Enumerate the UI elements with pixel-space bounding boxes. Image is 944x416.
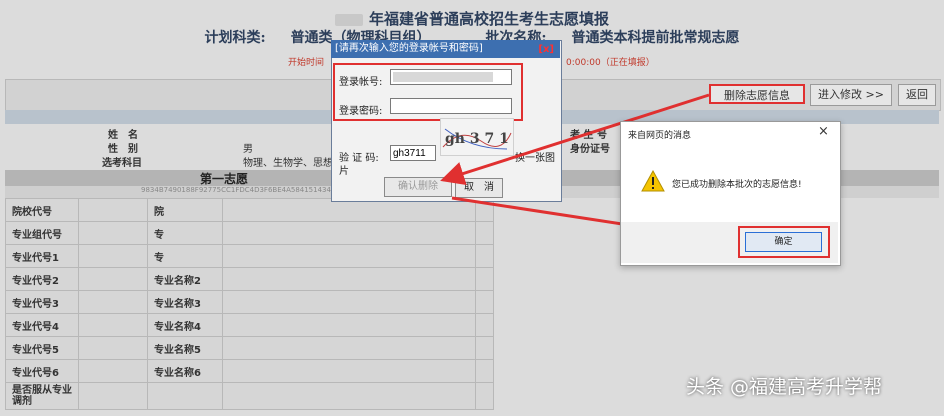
message-box-title: 来自网页的消息 — [628, 131, 692, 141]
warning-icon — [641, 170, 665, 192]
message-text: 您已成功删除本批次的志愿信息! — [672, 180, 802, 190]
ok-button[interactable]: 确定 — [745, 232, 822, 252]
message-close-icon[interactable]: × — [818, 124, 829, 139]
watermark: 头条 @福建高考升学帮 — [686, 376, 883, 398]
